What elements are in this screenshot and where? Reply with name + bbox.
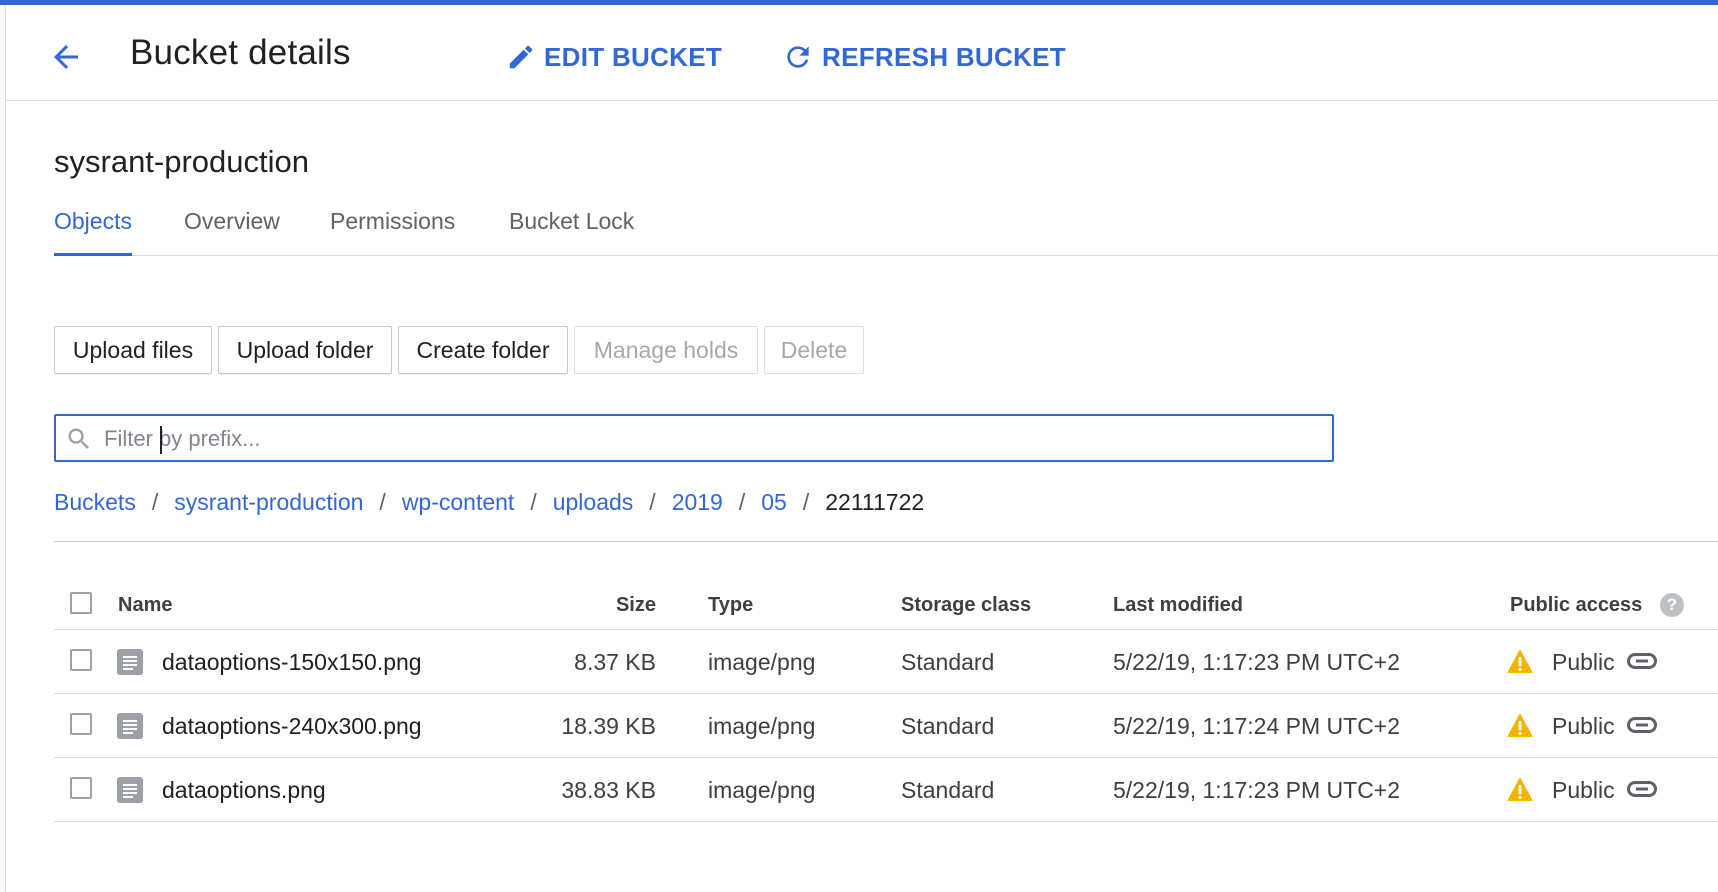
filter-box <box>54 414 1334 462</box>
object-storage-class: Standard <box>901 649 995 675</box>
object-type: image/png <box>708 649 816 675</box>
tab-overview[interactable]: Overview <box>184 208 280 253</box>
select-all-checkbox[interactable] <box>70 592 92 614</box>
arrow-left-icon <box>54 45 78 69</box>
pencil-icon <box>509 45 533 69</box>
table-row[interactable]: dataoptions-240x300.png 18.39 KB image/p… <box>54 694 1718 758</box>
tab-bucket-lock[interactable]: Bucket Lock <box>509 208 634 253</box>
object-storage-class: Standard <box>901 777 995 803</box>
bucket-name-heading: sysrant-production <box>54 144 310 179</box>
breadcrumb-buckets[interactable]: Buckets <box>54 489 136 516</box>
object-last-modified: 5/22/19, 1:17:23 PM UTC+2 <box>1113 777 1401 803</box>
upload-files-button[interactable]: Upload files <box>54 326 212 374</box>
public-access-status: Public <box>1552 649 1615 675</box>
object-name-link[interactable]: dataoptions.png <box>162 777 326 804</box>
table-header-row: Name Size Type Storage class Last modifi… <box>54 580 1718 630</box>
table-row[interactable]: dataoptions.png 38.83 KB image/png Stand… <box>54 758 1718 822</box>
warning-icon <box>1507 713 1533 737</box>
public-access-status: Public <box>1552 713 1615 739</box>
breadcrumb-separator: / <box>530 488 537 515</box>
row-checkbox[interactable] <box>70 777 92 799</box>
row-checkbox[interactable] <box>70 649 92 671</box>
column-header-last-modified[interactable]: Last modified <box>1113 594 1243 617</box>
refresh-bucket-label: REFRESH BUCKET <box>822 41 1066 72</box>
page-header: Bucket details EDIT BUCKET REFRESH BUCKE… <box>6 5 1718 101</box>
warning-icon <box>1507 777 1533 801</box>
object-type: image/png <box>708 713 816 739</box>
back-button[interactable] <box>44 35 88 79</box>
column-header-storage-class[interactable]: Storage class <box>901 594 1031 617</box>
link-icon[interactable] <box>1625 778 1659 800</box>
object-size: 8.37 KB <box>574 649 656 675</box>
object-storage-class: Standard <box>901 713 995 739</box>
page-title: Bucket details <box>130 33 351 72</box>
breadcrumb-month[interactable]: 05 <box>761 489 787 516</box>
column-header-size[interactable]: Size <box>566 594 656 617</box>
file-icon <box>117 777 143 803</box>
breadcrumb-bucket[interactable]: sysrant-production <box>174 489 363 516</box>
column-header-name[interactable]: Name <box>118 594 172 617</box>
link-icon[interactable] <box>1625 650 1659 672</box>
filter-prefix-input[interactable] <box>104 422 1324 456</box>
object-name-link[interactable]: dataoptions-150x150.png <box>162 649 422 676</box>
edit-bucket-label: EDIT BUCKET <box>544 41 723 72</box>
refresh-bucket-button[interactable]: REFRESH BUCKET <box>782 35 1066 79</box>
breadcrumb-separator: / <box>151 488 159 515</box>
warning-icon <box>1507 649 1533 673</box>
help-icon[interactable]: ? <box>1660 593 1684 617</box>
tab-permissions[interactable]: Permissions <box>330 208 455 253</box>
file-icon <box>117 649 143 675</box>
delete-button[interactable]: Delete <box>764 326 864 374</box>
breadcrumb-separator: / <box>802 488 810 515</box>
bucket-tabs: Objects Overview Permissions Bucket Lock <box>54 198 1718 256</box>
object-name-link[interactable]: dataoptions-240x300.png <box>162 713 422 740</box>
objects-table: Name Size Type Storage class Last modifi… <box>54 580 1718 822</box>
breadcrumb-divider <box>54 541 1718 542</box>
object-size: 38.83 KB <box>561 777 656 803</box>
column-header-type[interactable]: Type <box>708 594 753 617</box>
create-folder-button[interactable]: Create folder <box>398 326 568 374</box>
public-access-status: Public <box>1552 777 1615 803</box>
table-row[interactable]: dataoptions-150x150.png 8.37 KB image/pn… <box>54 630 1718 694</box>
file-icon <box>117 713 143 739</box>
object-type: image/png <box>708 777 816 803</box>
breadcrumb: Buckets / sysrant-production / wp-conten… <box>54 486 924 518</box>
object-last-modified: 5/22/19, 1:17:23 PM UTC+2 <box>1113 649 1401 675</box>
breadcrumb-uploads[interactable]: uploads <box>553 489 634 516</box>
breadcrumb-separator: / <box>379 488 386 515</box>
text-cursor <box>160 426 162 454</box>
search-icon <box>68 428 89 449</box>
column-header-public-access[interactable]: Public access <box>1510 594 1642 617</box>
object-last-modified: 5/22/19, 1:17:24 PM UTC+2 <box>1113 713 1401 739</box>
breadcrumb-current-folder: 22111722 <box>825 488 925 515</box>
manage-holds-button[interactable]: Manage holds <box>574 326 758 374</box>
edit-bucket-button[interactable]: EDIT BUCKET <box>506 35 722 79</box>
refresh-icon <box>787 46 809 68</box>
link-icon[interactable] <box>1625 714 1659 736</box>
breadcrumb-separator: / <box>738 488 746 515</box>
breadcrumb-separator: / <box>649 488 656 515</box>
tab-objects[interactable]: Objects <box>54 208 132 256</box>
upload-folder-button[interactable]: Upload folder <box>218 326 392 374</box>
object-size: 18.39 KB <box>561 713 656 739</box>
breadcrumb-wp-content[interactable]: wp-content <box>402 489 515 516</box>
breadcrumb-year[interactable]: 2019 <box>672 489 723 516</box>
left-nav-edge <box>0 5 6 892</box>
row-checkbox[interactable] <box>70 713 92 735</box>
